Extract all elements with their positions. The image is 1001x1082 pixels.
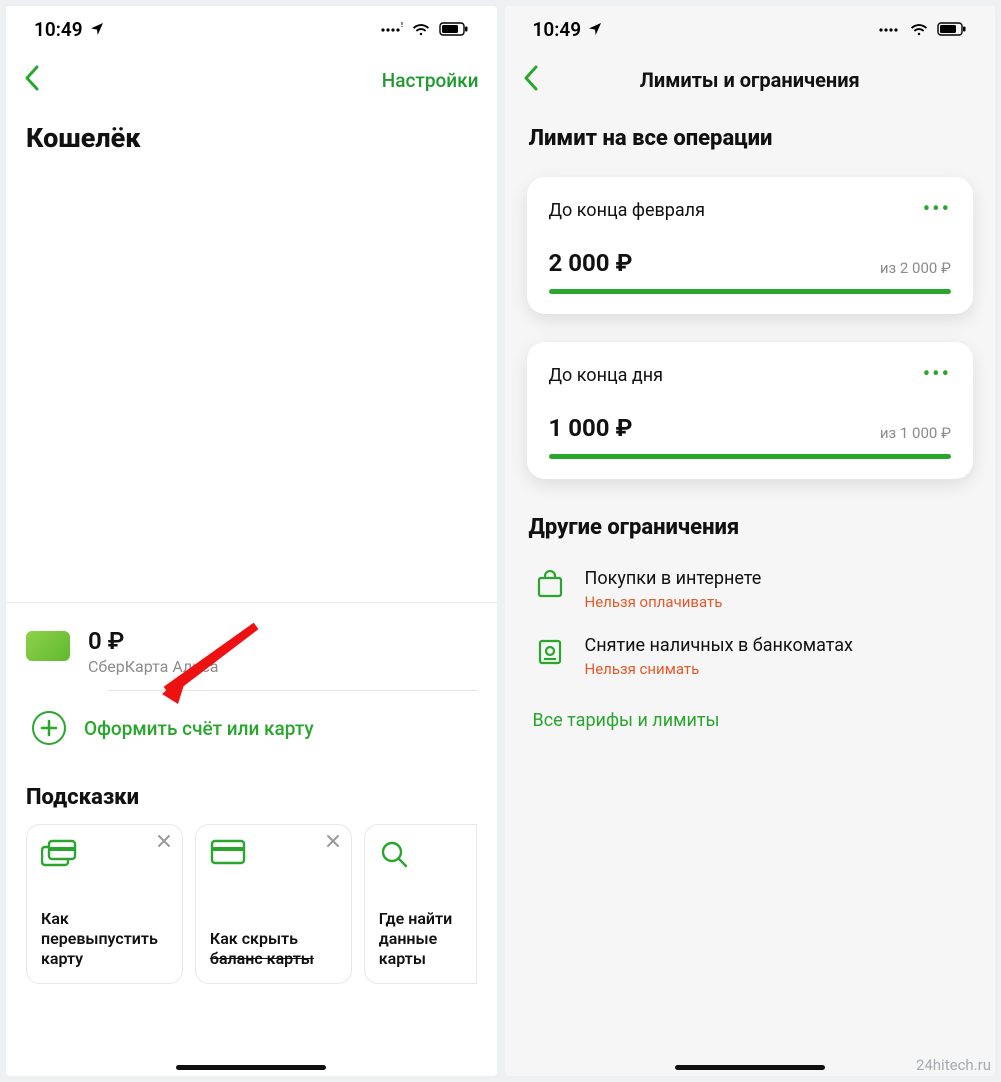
cards-stack-icon (41, 839, 168, 873)
limit-of: из 2 000 ₽ (880, 259, 951, 277)
restriction-sub: Нельзя оплачивать (585, 593, 762, 611)
suggestion-card[interactable]: Где найти данные карты (364, 824, 477, 984)
more-dots-icon[interactable]: ••• (923, 364, 951, 386)
restriction-title: Покупки в интернете (585, 568, 762, 589)
card-balance: 0 ₽ (88, 627, 218, 655)
settings-link[interactable]: Настройки (382, 69, 479, 92)
nav-bar: Настройки (6, 52, 497, 108)
restriction-internet[interactable]: Покупки в интернете Нельзя оплачивать (505, 556, 996, 623)
limit-progress (549, 289, 952, 294)
plus-circle-icon (32, 711, 66, 745)
watermark: 24hitech.ru (916, 1056, 991, 1074)
svg-text:!: ! (401, 22, 403, 29)
restriction-title: Снятие наличных в банкоматах (585, 635, 853, 656)
status-time: 10:49 (533, 18, 582, 41)
screen-wallet: 10:49 ! (6, 6, 497, 1076)
add-account-label: Оформить счёт или карту (84, 717, 314, 740)
suggestion-card[interactable]: Как перевыпустить карту (26, 824, 183, 984)
card-name: СберКарта Алиса (88, 657, 218, 676)
limit-card-month[interactable]: До конца февраля ••• 2 000 ₽ из 2 000 ₽ (527, 177, 974, 314)
screen-limits: 10:49 (505, 6, 996, 1076)
limit-progress (549, 454, 952, 459)
more-dots-icon[interactable]: ••• (923, 199, 951, 221)
battery-icon (937, 22, 967, 36)
status-time: 10:49 (34, 18, 83, 41)
battery-icon (439, 22, 469, 36)
limit-card-day[interactable]: До конца дня ••• 1 000 ₽ из 1 000 ₽ (527, 342, 974, 479)
atm-icon (533, 635, 567, 669)
card-icon (26, 631, 70, 661)
suggestions-row[interactable]: Как перевыпустить карту Как скрыть балан… (6, 824, 497, 984)
location-arrow-icon (89, 21, 105, 37)
card-icon (210, 839, 337, 869)
suggestions-title: Подсказки (6, 763, 497, 824)
limit-period: До конца февраля (549, 200, 705, 221)
location-arrow-icon (587, 21, 603, 37)
wifi-icon (909, 22, 929, 36)
card-row[interactable]: 0 ₽ СберКарта Алиса (26, 619, 477, 690)
wifi-icon (411, 22, 431, 36)
restriction-atm[interactable]: Снятие наличных в банкоматах Нельзя сним… (505, 623, 996, 690)
section-title: Лимит на все операции (505, 108, 996, 167)
home-indicator[interactable] (176, 1065, 326, 1070)
all-tariffs-link[interactable]: Все тарифы и лимиты (505, 690, 996, 751)
nav-bar: Лимиты и ограничения (505, 52, 996, 108)
page-title: Кошелёк (6, 108, 497, 172)
cellular-icon: ! (381, 22, 403, 36)
add-account-button[interactable]: Оформить счёт или карту (26, 691, 477, 763)
back-button[interactable] (24, 65, 56, 95)
limit-period: До конца дня (549, 365, 664, 386)
status-bar: 10:49 (505, 6, 996, 52)
close-icon[interactable] (325, 833, 341, 853)
status-bar: 10:49 ! (6, 6, 497, 52)
close-icon[interactable] (156, 833, 172, 853)
limit-amount: 2 000 ₽ (549, 249, 633, 277)
suggestion-text: Как перевыпустить карту (41, 909, 168, 969)
suggestion-card[interactable]: Как скрыть баланс карты (195, 824, 352, 984)
back-button[interactable] (523, 65, 555, 95)
suggestion-text: Где найти данные карты (379, 909, 462, 969)
cellular-icon (879, 22, 901, 36)
restriction-sub: Нельзя снимать (585, 660, 853, 678)
limit-amount: 1 000 ₽ (549, 414, 633, 442)
limit-of: из 1 000 ₽ (880, 424, 951, 442)
nav-title: Лимиты и ограничения (555, 68, 946, 92)
shopping-bag-icon (533, 568, 567, 602)
home-indicator[interactable] (675, 1065, 825, 1070)
suggestion-text: Как скрыть баланс карты (210, 929, 337, 969)
section-title-other: Другие ограничения (505, 497, 996, 556)
search-icon (379, 839, 462, 873)
